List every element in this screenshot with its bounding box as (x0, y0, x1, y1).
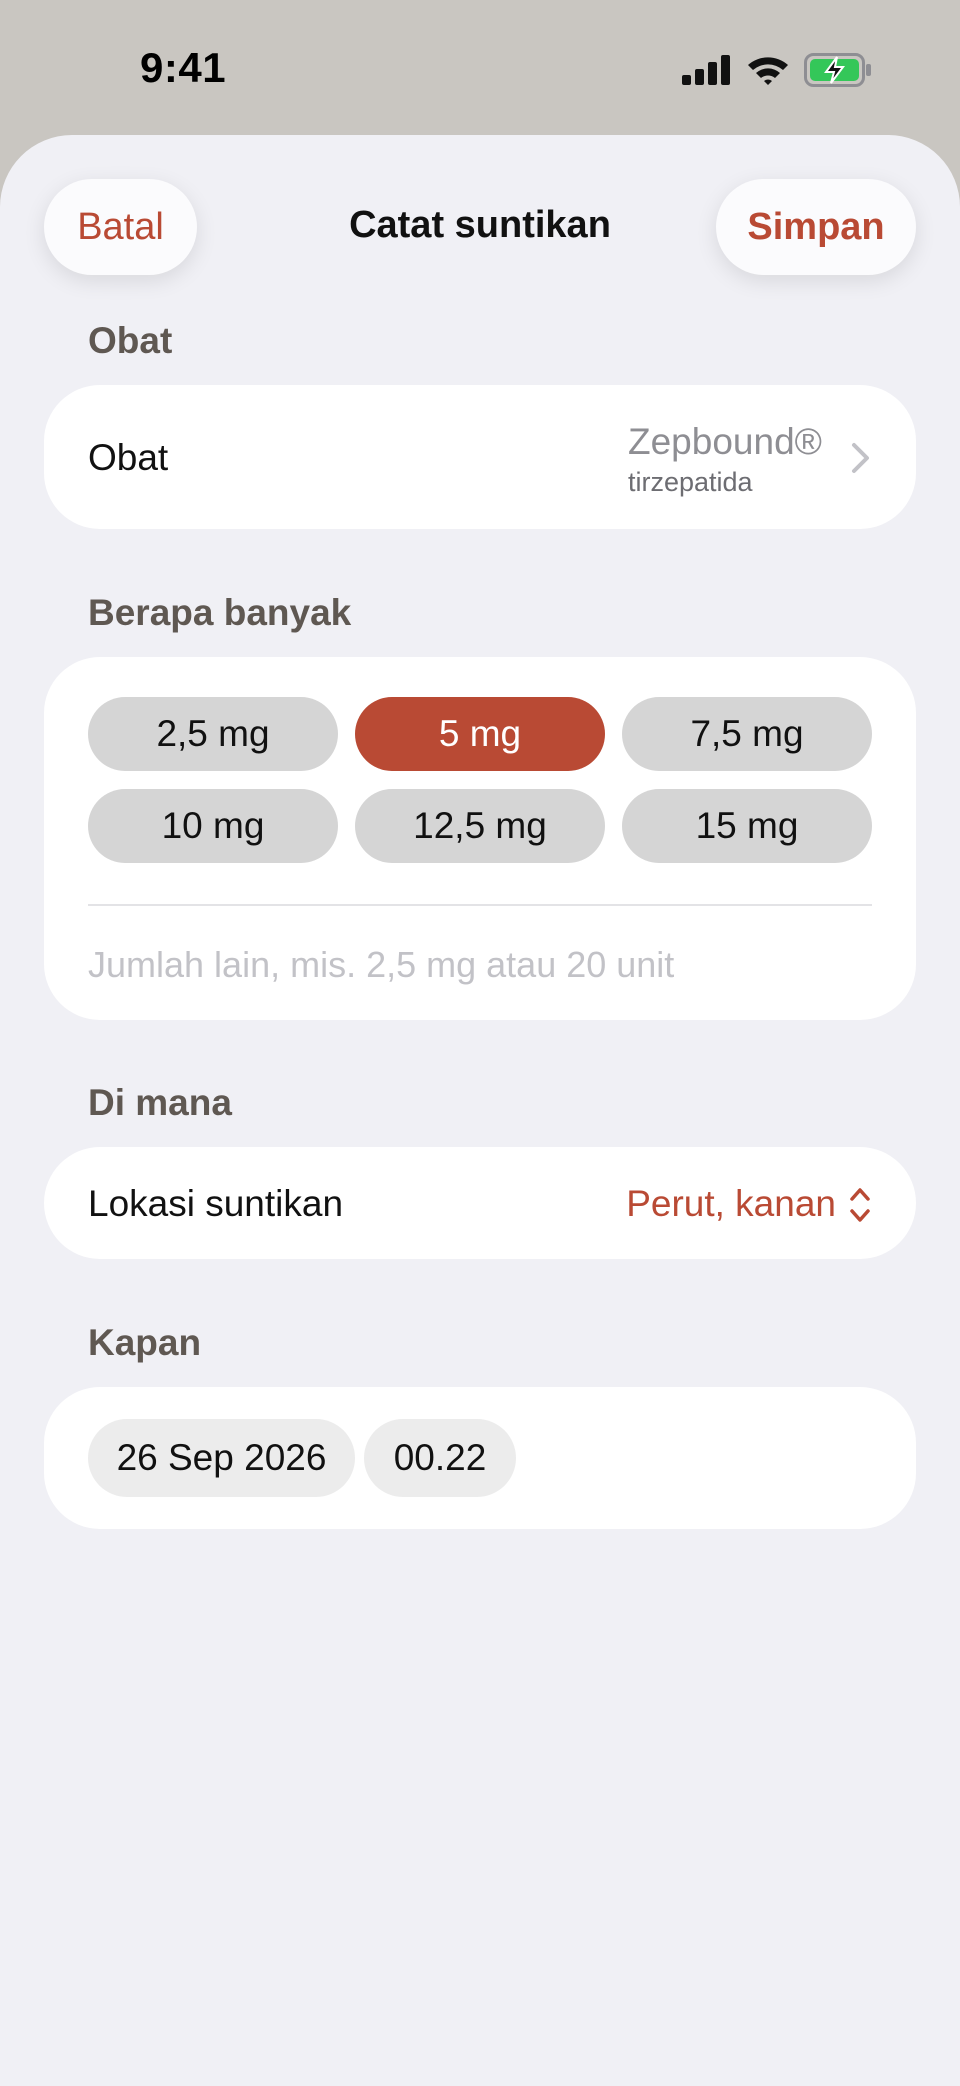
section-title-medication: Obat (88, 320, 173, 361)
datetime-card: 26 Sep 2026 00.22 (44, 1387, 916, 1529)
section-title-dose: Berapa banyak (88, 592, 352, 633)
dose-options: 2,5 mg 5 mg 7,5 mg 10 mg 12,5 mg 15 mg (88, 697, 872, 863)
chevron-right-icon (852, 443, 869, 473)
status-time: 9:41 (140, 44, 227, 91)
dose-option-2-5mg[interactable]: 2,5 mg (88, 697, 338, 771)
dose-option-10mg[interactable]: 10 mg (88, 789, 338, 863)
divider (88, 904, 872, 906)
medication-brand-name: Zepbound® (628, 421, 822, 462)
medication-row[interactable]: Obat Zepbound® tirzepatida (44, 385, 916, 529)
injection-site-row[interactable]: Lokasi suntikan Perut, kanan (44, 1147, 916, 1259)
status-icons (682, 52, 872, 88)
dose-option-5mg[interactable]: 5 mg (355, 697, 605, 771)
medication-row-label: Obat (88, 437, 169, 478)
chevron-up-down-icon (850, 1188, 870, 1222)
medication-generic-name: tirzepatida (628, 467, 753, 497)
battery-charging-icon (804, 53, 871, 87)
injection-site-value[interactable]: Perut, kanan (626, 1183, 836, 1225)
dose-option-12-5mg[interactable]: 12,5 mg (355, 789, 605, 863)
save-button[interactable]: Simpan (716, 179, 916, 275)
date-picker[interactable]: 26 Sep 2026 (88, 1419, 355, 1497)
dose-card: 2,5 mg 5 mg 7,5 mg 10 mg 12,5 mg 15 mg (44, 657, 916, 1020)
other-dose-input[interactable] (88, 944, 872, 986)
wifi-icon (748, 57, 788, 85)
injection-site-label: Lokasi suntikan (88, 1183, 344, 1224)
time-picker[interactable]: 00.22 (364, 1419, 516, 1497)
section-title-site: Di mana (88, 1082, 232, 1123)
section-title-when: Kapan (88, 1322, 202, 1363)
cellular-signal-icon (682, 55, 730, 85)
dose-option-15mg[interactable]: 15 mg (622, 789, 872, 863)
dose-option-7-5mg[interactable]: 7,5 mg (622, 697, 872, 771)
status-bar: 9:41 (0, 0, 960, 135)
